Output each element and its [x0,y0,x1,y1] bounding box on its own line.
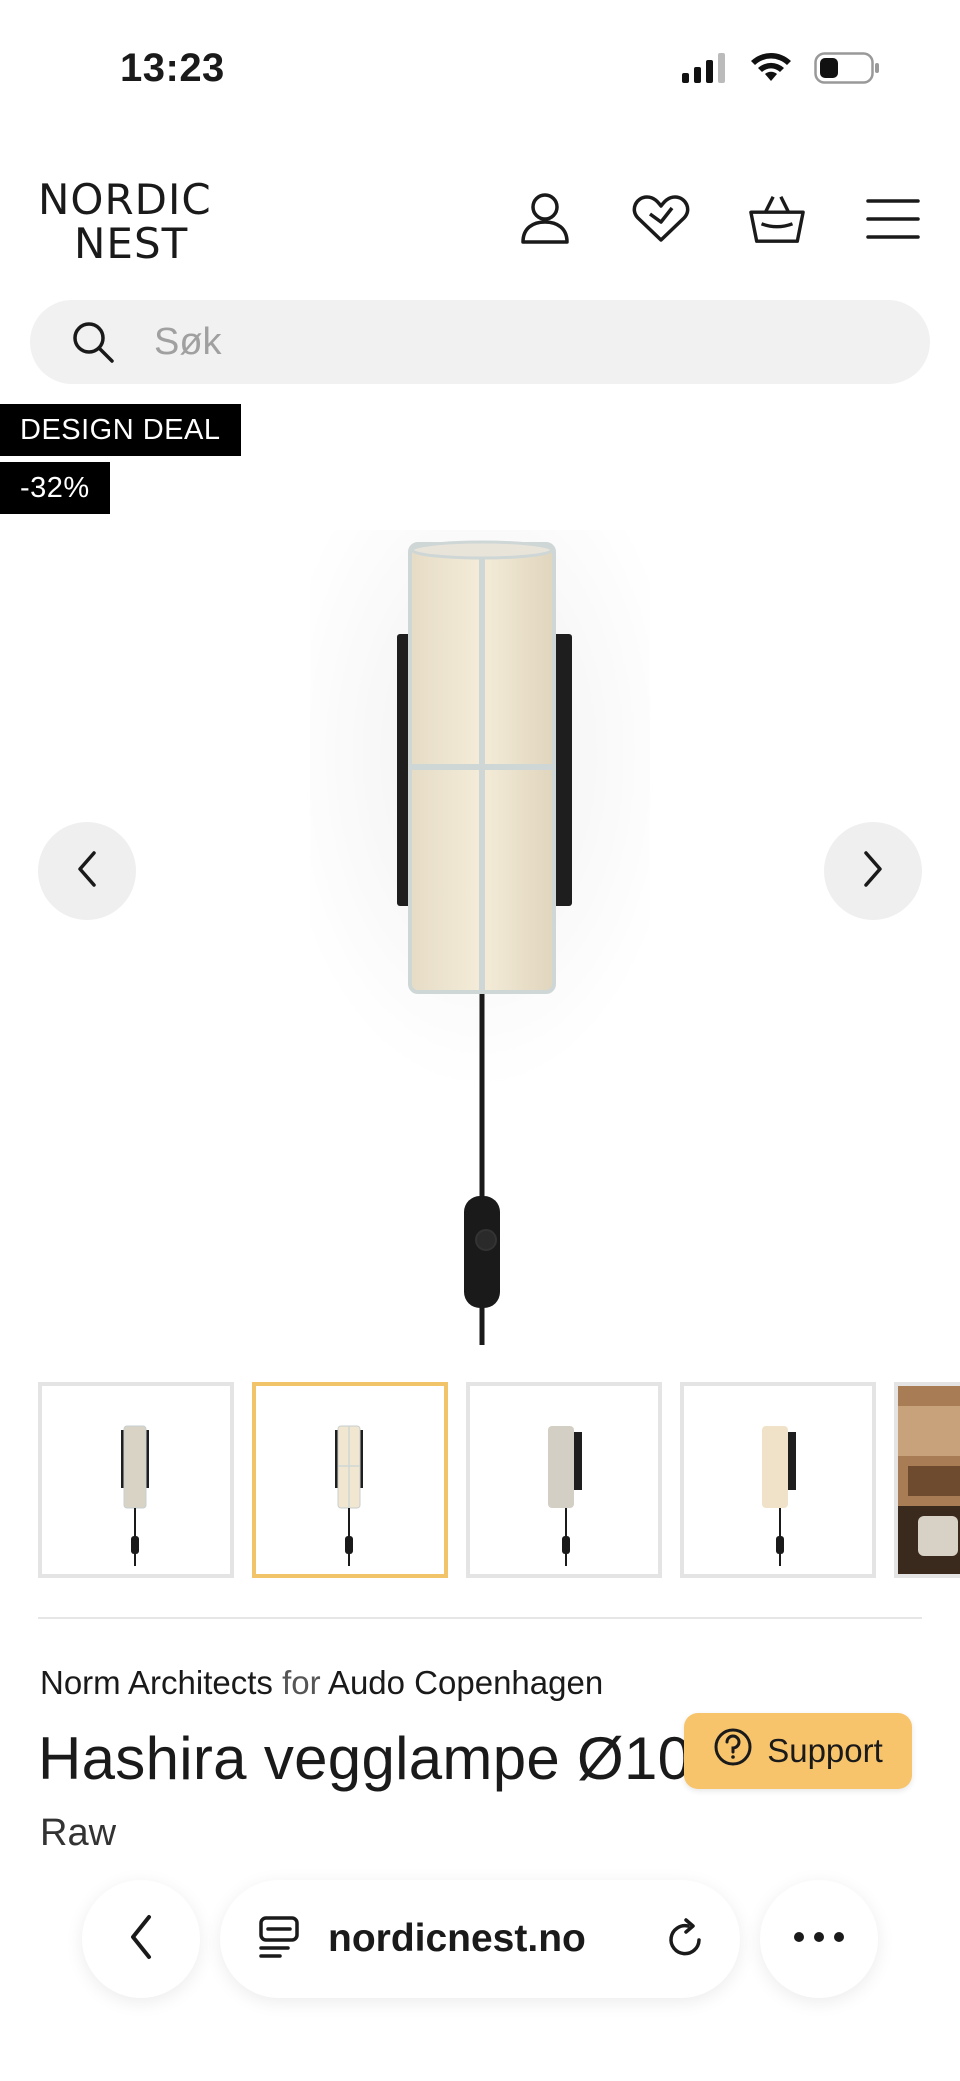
discount-badge: -32% [0,462,110,514]
battery-icon [814,52,880,89]
account-icon[interactable] [516,190,574,248]
product-title: Hashira vegglampe Ø10 [38,1725,692,1792]
logo-line2: NEST [74,219,189,268]
thumbnail-5[interactable] [894,1382,960,1578]
for-text: for [282,1664,321,1701]
browser-address-bar[interactable]: nordicnest.no [220,1880,740,1998]
wifi-icon [750,53,792,88]
page-menu-icon[interactable] [258,1915,300,1964]
help-circle-icon [713,1727,753,1775]
status-time: 13:23 [120,46,225,90]
search-input[interactable] [154,320,854,364]
basket-icon[interactable] [748,190,806,248]
support-label: Support [767,1732,883,1769]
divider [38,1617,922,1619]
thumbnail-1[interactable] [38,1382,234,1578]
product-main-image[interactable] [250,500,710,1350]
browser-more-button[interactable] [760,1880,878,1998]
designer-link[interactable]: Norm Architects [40,1664,273,1701]
chevron-right-icon [860,849,886,894]
chevron-left-icon [127,1913,155,1966]
gallery-thumbnails [38,1382,960,1578]
gallery-prev-button[interactable] [38,822,136,920]
thumbnail-3[interactable] [466,1382,662,1578]
url-text: nordicnest.no [328,1917,586,1960]
brand-link[interactable]: Audo Copenhagen [328,1664,603,1701]
signal-icon [682,53,728,88]
thumbnail-4[interactable] [680,1382,876,1578]
header-actions [516,190,922,248]
logo-line1: NORDIC [38,175,212,224]
product-variant: Raw [40,1812,117,1846]
brand-line: Norm Architects for Audo Copenhagen [40,1664,603,1702]
reload-icon[interactable] [666,1918,706,1965]
nordic-nest-logo[interactable]: NORDIC NEST [38,178,228,266]
gallery-next-button[interactable] [824,822,922,920]
chevron-left-icon [74,849,100,894]
support-button[interactable]: Support [684,1713,912,1789]
site-header: NORDIC NEST [0,170,960,280]
design-deal-badge: DESIGN DEAL [0,404,241,456]
wishlist-heart-icon[interactable] [632,190,690,248]
status-icons [682,52,880,89]
search-bar[interactable] [30,300,930,384]
search-icon [70,319,116,365]
menu-icon[interactable] [864,190,922,248]
thumbnail-2[interactable] [252,1382,448,1578]
browser-back-button[interactable] [82,1880,200,1998]
status-bar: 13:23 [0,0,960,140]
more-dots-icon [793,1930,845,1948]
